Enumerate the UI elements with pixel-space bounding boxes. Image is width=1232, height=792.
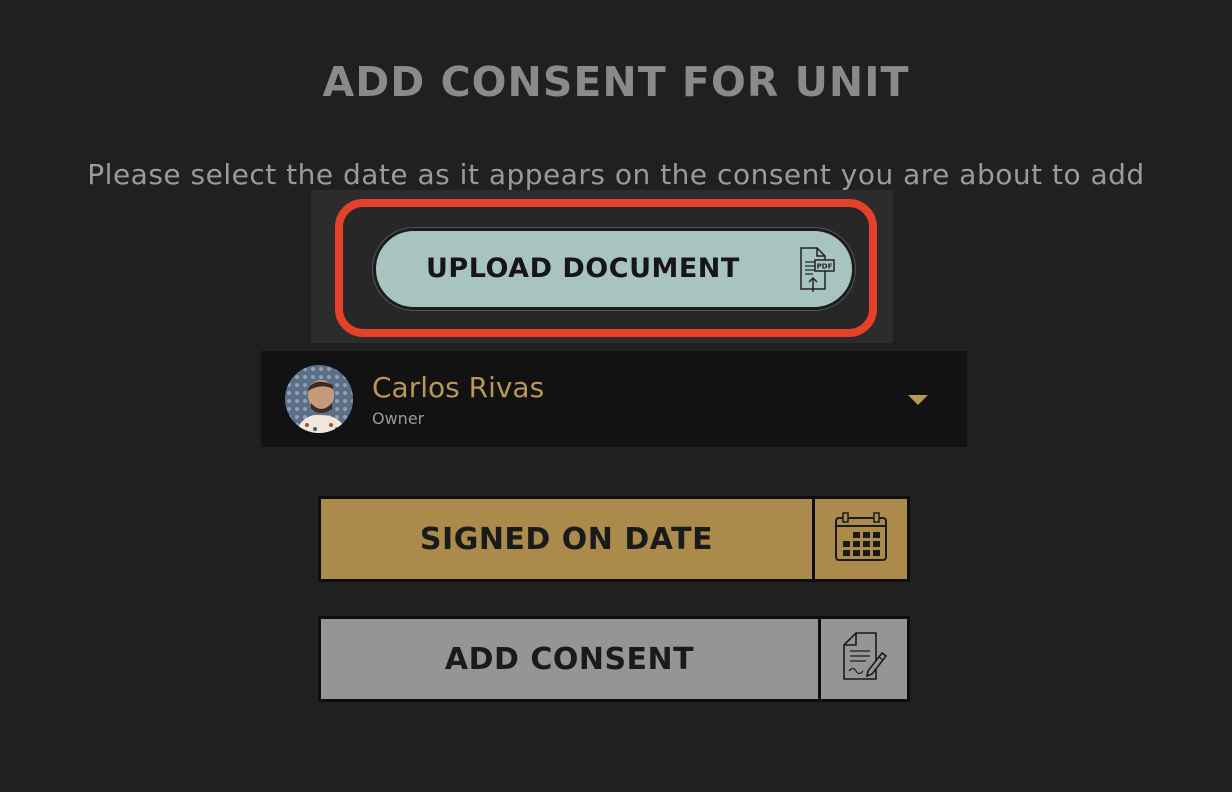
page-title: ADD CONSENT FOR UNIT: [322, 58, 910, 106]
calendar-button[interactable]: [815, 499, 907, 579]
upload-document-button[interactable]: UPLOAD DOCUMENT PDF: [373, 228, 855, 310]
signed-on-date-button[interactable]: SIGNED ON DATE: [318, 496, 910, 582]
pdf-badge-text: PDF: [817, 263, 833, 271]
signed-on-date-label: SIGNED ON DATE: [321, 499, 815, 579]
add-consent-label: ADD CONSENT: [321, 619, 821, 699]
chevron-down-icon[interactable]: [908, 395, 928, 405]
owner-selector[interactable]: Carlos Rivas Owner: [261, 351, 967, 447]
signed-document-icon: [840, 631, 888, 687]
owner-role: Owner: [372, 409, 425, 428]
pdf-upload-icon: PDF: [797, 245, 837, 297]
owner-name: Carlos Rivas: [372, 371, 545, 404]
add-consent-button[interactable]: ADD CONSENT: [318, 616, 910, 702]
calendar-icon: [834, 512, 888, 566]
page-subtitle: Please select the date as it appears on …: [87, 158, 1145, 191]
avatar: [285, 365, 353, 433]
sign-document-button[interactable]: [821, 619, 907, 699]
upload-document-label: UPLOAD DOCUMENT: [426, 253, 740, 284]
